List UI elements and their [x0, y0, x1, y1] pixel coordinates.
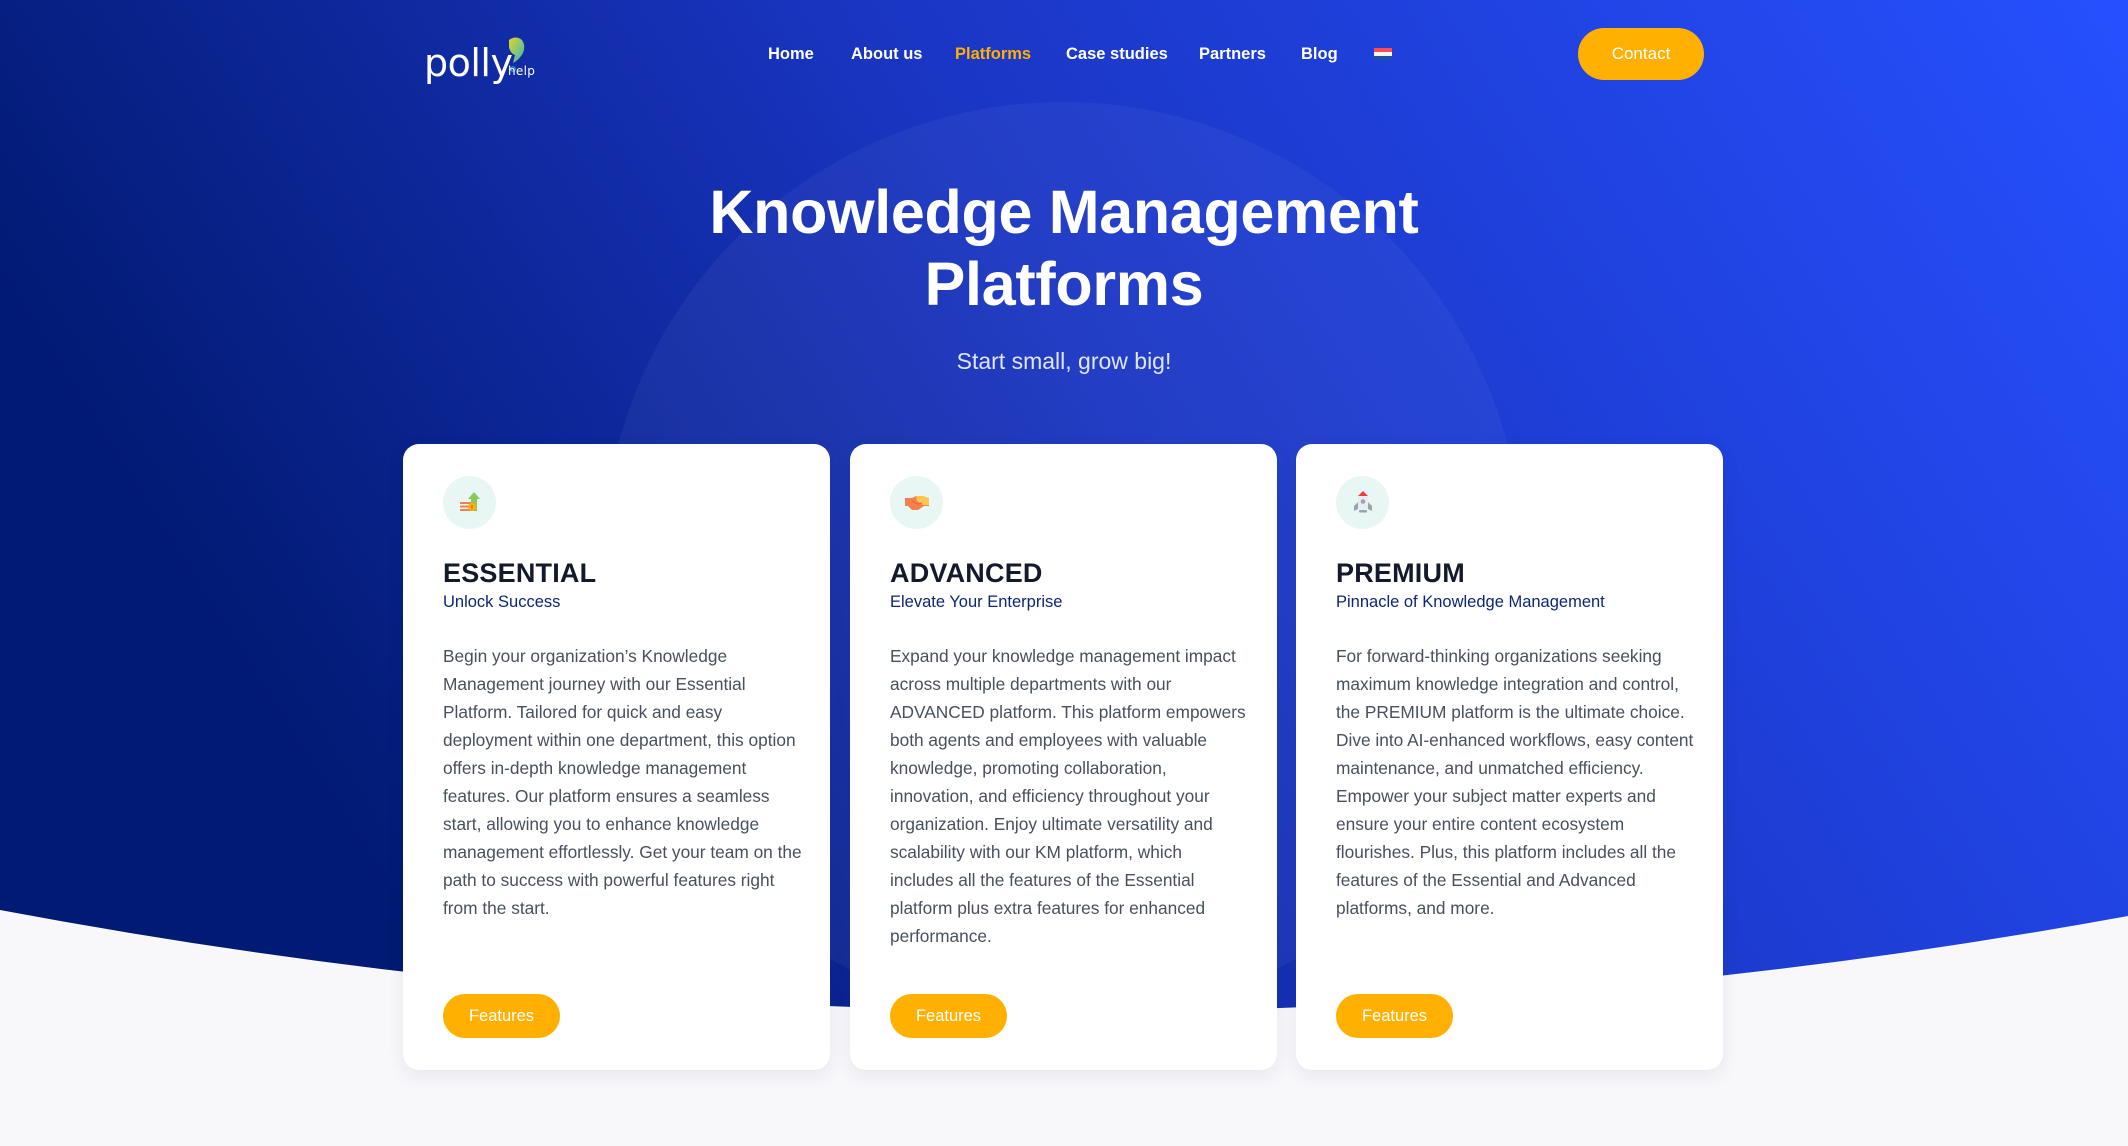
- page-title: Knowledge Management Platforms: [0, 176, 2128, 320]
- nav-partners[interactable]: Partners: [1199, 42, 1266, 66]
- icon-badge: [1336, 476, 1389, 529]
- nav-home[interactable]: Home: [768, 42, 814, 66]
- platform-card-premium: PREMIUM Pinnacle of Knowledge Management…: [1296, 444, 1723, 1070]
- card-subtitle: Pinnacle of Knowledge Management: [1336, 593, 1605, 611]
- card-subtitle: Elevate Your Enterprise: [890, 593, 1063, 611]
- card-description: For forward-thinking organizations seeki…: [1336, 646, 1694, 918]
- logo-suffix: help: [508, 64, 536, 78]
- icon-badge: [890, 476, 943, 529]
- page-subtitle: Start small, grow big!: [956, 348, 1172, 374]
- contact-button[interactable]: Contact: [1578, 28, 1704, 80]
- netherlands-flag-icon[interactable]: [1374, 48, 1392, 60]
- features-button-advanced[interactable]: Features: [890, 994, 1007, 1038]
- handshake-icon: [904, 495, 929, 510]
- card-title: ADVANCED: [890, 558, 1043, 588]
- nav-blog[interactable]: Blog: [1301, 42, 1338, 66]
- card-description: Expand your knowledge management impact …: [890, 646, 1246, 946]
- site-header: polly help Home About us Platforms Case …: [0, 0, 2128, 108]
- nav-case-studies[interactable]: Case studies: [1066, 42, 1168, 66]
- rocket-icon: [1353, 490, 1372, 512]
- nav-platforms[interactable]: Platforms: [955, 42, 1031, 66]
- icon-badge: [443, 476, 496, 529]
- features-button-essential[interactable]: Features: [443, 994, 560, 1038]
- platform-card-essential: ESSENTIAL Unlock Success Begin your orga…: [403, 444, 830, 1070]
- card-description: Begin your organization’s Knowledge Mana…: [443, 646, 802, 918]
- logo-wordmark: polly: [424, 41, 513, 85]
- platform-card-advanced: ADVANCED Elevate Your Enterprise Expand …: [850, 444, 1277, 1070]
- card-title: PREMIUM: [1336, 558, 1465, 588]
- card-title: ESSENTIAL: [443, 558, 597, 588]
- nav-about-us[interactable]: About us: [851, 42, 923, 66]
- page-title-line-2: Platforms: [924, 250, 1204, 318]
- page-title-line-1: Knowledge Management: [709, 178, 1419, 246]
- polly-logo[interactable]: polly help: [424, 32, 544, 82]
- card-subtitle: Unlock Success: [443, 593, 561, 611]
- growth-arrow-icon: [459, 491, 480, 511]
- features-button-premium[interactable]: Features: [1336, 994, 1453, 1038]
